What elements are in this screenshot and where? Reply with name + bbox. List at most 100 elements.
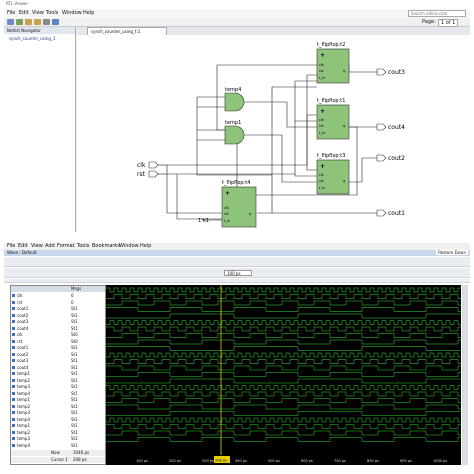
now-label: Now <box>51 450 60 455</box>
tab-synch-counter[interactable]: synch_counter_using_t:1 <box>87 27 167 35</box>
signal-value: St1 <box>71 403 78 409</box>
signal-name: cout1 <box>17 306 29 311</box>
rtl-menu-view[interactable]: View <box>32 10 44 16</box>
select-icon[interactable] <box>7 19 14 25</box>
and-gate-temp1[interactable] <box>224 125 245 145</box>
output-port-cout4[interactable] <box>376 123 387 131</box>
signal-row[interactable]: cout4 St1 <box>11 326 105 332</box>
netlist-tree-item[interactable]: synch_counter_using_1 <box>9 36 55 41</box>
rtl-menu-edit[interactable]: Edit <box>19 10 29 16</box>
signal-row[interactable]: clk 0 <box>11 293 105 299</box>
find-icon[interactable] <box>52 19 59 25</box>
signal-name: rst <box>17 299 23 305</box>
waveform-trace <box>106 372 461 377</box>
rtl-menu-help[interactable]: Help <box>83 10 94 16</box>
wave-menu-edit[interactable]: Edit <box>18 243 28 249</box>
rtl-menu-tools[interactable]: Tools <box>46 10 58 16</box>
zoom-out-icon[interactable] <box>34 19 41 25</box>
rtl-menu-file[interactable]: File <box>7 10 15 16</box>
wave-toolbar-3 <box>4 279 470 283</box>
signal-row[interactable]: temp3 St1 <box>11 410 105 416</box>
signal-row[interactable]: cout3 St1 <box>11 319 105 325</box>
wave-menu-format[interactable]: Format <box>57 243 75 249</box>
tff-block-t3[interactable]: t_flipflop:t3 + clk rst t_in q <box>316 153 350 195</box>
signal-row[interactable]: temp1 St1 <box>11 371 105 377</box>
signal-row[interactable]: rst 0 <box>11 300 105 306</box>
input-port-rst[interactable] <box>148 170 159 178</box>
waveform-trace <box>106 385 461 390</box>
gate-label-temp1: temp1 <box>225 120 241 126</box>
fit-icon[interactable] <box>43 19 50 25</box>
page-number[interactable]: 1 of 1 <box>438 19 459 27</box>
schematic-canvas[interactable]: clk rst cout3 cout4 cout2 cout1 temp4 te… <box>77 35 470 232</box>
wave-menu-add[interactable]: Add <box>45 243 55 249</box>
signal-row[interactable]: temp2 St1 <box>11 404 105 410</box>
signal-icon <box>12 294 15 297</box>
waveform-pane[interactable] <box>106 285 461 455</box>
vertical-scrollbar[interactable] <box>462 285 468 465</box>
signal-row[interactable]: rst St0 <box>11 339 105 345</box>
signal-row[interactable]: cout4 St1 <box>11 365 105 371</box>
hand-icon[interactable] <box>16 19 23 25</box>
signal-icon <box>12 430 15 434</box>
schematic-svg: clk rst cout3 cout4 cout2 cout1 temp4 te… <box>137 42 405 228</box>
signal-row[interactable]: temp4 St1 <box>11 391 105 397</box>
output-port-cout3[interactable] <box>376 68 387 76</box>
and-gate-temp4[interactable] <box>224 92 245 112</box>
signal-row[interactable]: temp4 St1 <box>11 417 105 423</box>
time-tick: 200 ps <box>169 459 181 463</box>
netlist-navigator-title: Netlist Navigator <box>7 28 41 33</box>
signal-row[interactable]: clk St0 <box>11 332 105 338</box>
rtl-menu-window[interactable]: Window <box>62 10 82 16</box>
signal-name: cout4 <box>17 364 29 370</box>
signal-icon <box>12 320 15 323</box>
port-label-rst: rst <box>137 171 146 178</box>
wave-menu-tools[interactable]: Tools <box>77 243 89 249</box>
signal-name: temp1 <box>17 371 31 376</box>
page-label: Page: <box>422 19 436 25</box>
port-label-cout3: cout3 <box>388 69 405 76</box>
output-port-cout1[interactable] <box>376 209 387 217</box>
signal-row[interactable]: cout3 St1 <box>11 358 105 364</box>
wave-menu-window[interactable]: Window <box>119 243 139 249</box>
signal-row[interactable]: temp2 St1 <box>11 378 105 384</box>
signal-row[interactable]: cout2 St1 <box>11 352 105 358</box>
signal-value: St1 <box>71 306 78 311</box>
signal-icon <box>12 352 15 356</box>
signal-row[interactable]: temp4 St1 <box>11 443 105 449</box>
output-port-cout2[interactable] <box>376 154 387 162</box>
signal-row[interactable]: temp3 St1 <box>11 436 105 442</box>
wave-titlebar-inner: Wave - Default Restore Down <box>4 250 470 256</box>
waveform-trace <box>106 333 461 338</box>
wave-menu-view[interactable]: View <box>31 243 43 249</box>
port-label-cout1: cout1 <box>388 210 405 217</box>
zoom-field[interactable]: 100 ps <box>224 270 252 276</box>
crosshair-icon: + <box>320 108 325 115</box>
pin-rst: rst <box>319 124 324 128</box>
signal-row[interactable]: temp3 St1 <box>11 384 105 390</box>
wave-menu-help[interactable]: Help <box>140 243 151 249</box>
wave-menu-file[interactable]: File <box>7 243 15 249</box>
signal-name: temp1 <box>17 423 31 428</box>
signal-row[interactable]: temp2 St1 <box>11 430 105 436</box>
signal-value: St1 <box>71 429 78 435</box>
signal-name: clk <box>17 293 23 298</box>
wave-menu-bookmarks[interactable]: Bookmarks <box>92 243 120 249</box>
waveform-trace <box>106 411 461 416</box>
pin-tin: t_in <box>319 131 325 135</box>
rtl-search-input[interactable] <box>408 10 466 17</box>
time-tick: 600 ps <box>301 459 313 463</box>
cursor-flag-label: 208 ps <box>215 459 227 463</box>
zoom-in-icon[interactable] <box>25 19 32 25</box>
tff-block-t4[interactable]: t_flipflop:t4 + clk rst t_in q <box>221 180 257 228</box>
signal-icon <box>12 300 15 304</box>
signal-name: temp4 <box>17 390 31 396</box>
signal-row[interactable]: cout1 St1 <box>11 345 105 351</box>
signal-row[interactable]: temp1 St1 <box>11 397 105 403</box>
input-port-clk[interactable] <box>148 161 159 169</box>
signal-row[interactable]: cout1 St1 <box>11 306 105 312</box>
signal-row[interactable]: temp1 St1 <box>11 423 105 429</box>
signal-row[interactable]: cout2 St1 <box>11 313 105 319</box>
tff-block-t1[interactable]: t_flipflop:t1 + clk rst t_in q <box>316 98 350 140</box>
tff-block-t2[interactable]: t_flipflop:t2 + clk rst t_in q <box>316 42 350 84</box>
